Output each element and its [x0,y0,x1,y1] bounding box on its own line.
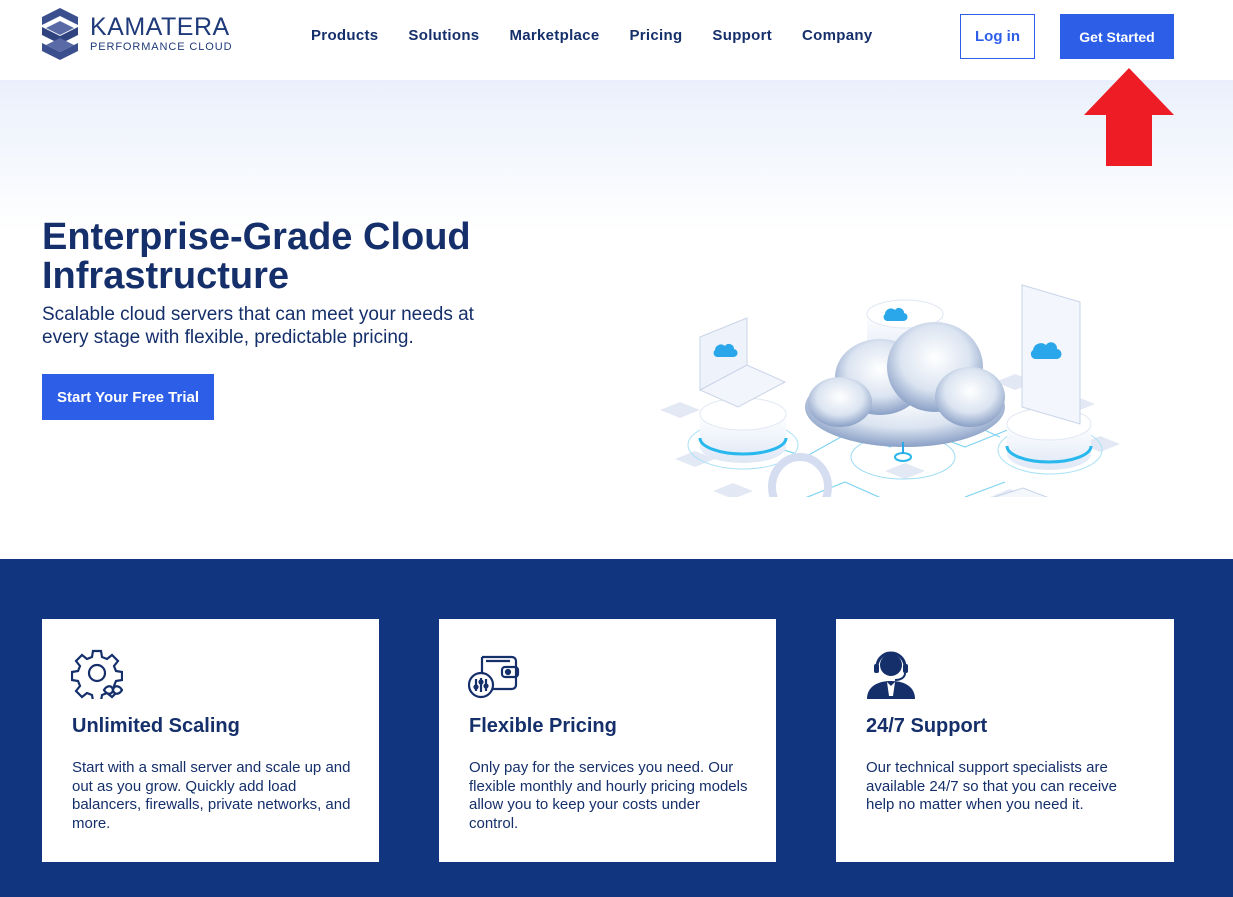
get-started-button[interactable]: Get Started [1060,14,1174,59]
nav-solutions[interactable]: Solutions [408,26,479,46]
feature-card-scaling: Unlimited Scaling Start with a small ser… [42,619,379,862]
kamatera-logo[interactable]: KAMATERA PERFORMANCE CLOUD [42,8,232,60]
feature-title: Unlimited Scaling [72,715,240,737]
feature-title: 24/7 Support [866,715,988,737]
feature-text: Our technical support specialists are av… [866,759,1117,813]
logo-text: KAMATERA PERFORMANCE CLOUD [90,14,232,54]
feature-text: Start with a small server and scale up a… [72,759,351,832]
features-section: Unlimited Scaling Start with a small ser… [0,559,1233,897]
nav-company[interactable]: Company [802,26,872,46]
gear-infinity-icon [71,649,123,699]
red-arrow-icon [1084,68,1174,166]
feature-title: Flexible Pricing [469,715,617,737]
nav-pricing[interactable]: Pricing [629,26,682,46]
hero-subtitle: Scalable cloud servers that can meet you… [42,304,474,348]
feature-text: Only pay for the services you need. Our … [469,759,748,832]
site-header: KAMATERA PERFORMANCE CLOUD Products Solu… [0,0,1233,80]
nav-support[interactable]: Support [712,26,772,46]
wallet-icon [468,655,520,699]
hero-title: Enterprise-Grade Cloud Infrastructure [42,216,471,297]
free-trial-button[interactable]: Start Your Free Trial [42,374,214,420]
main-nav: Products Solutions Marketplace Pricing S… [311,26,902,46]
nav-products[interactable]: Products [311,26,378,46]
feature-card-pricing: Flexible Pricing Only pay for the servic… [439,619,776,862]
nav-marketplace[interactable]: Marketplace [509,26,599,46]
logo-tagline: PERFORMANCE CLOUD [90,41,233,53]
login-button[interactable]: Log in [960,14,1035,59]
feature-card-support: 24/7 Support Our technical support speci… [836,619,1174,862]
cloud-infrastructure-illustration [660,284,1120,497]
logo-name: KAMATERA [90,13,230,41]
hero-section: Enterprise-Grade Cloud Infrastructure Sc… [0,80,1233,559]
support-agent-icon [867,651,915,699]
kamatera-logo-icon [42,8,78,60]
